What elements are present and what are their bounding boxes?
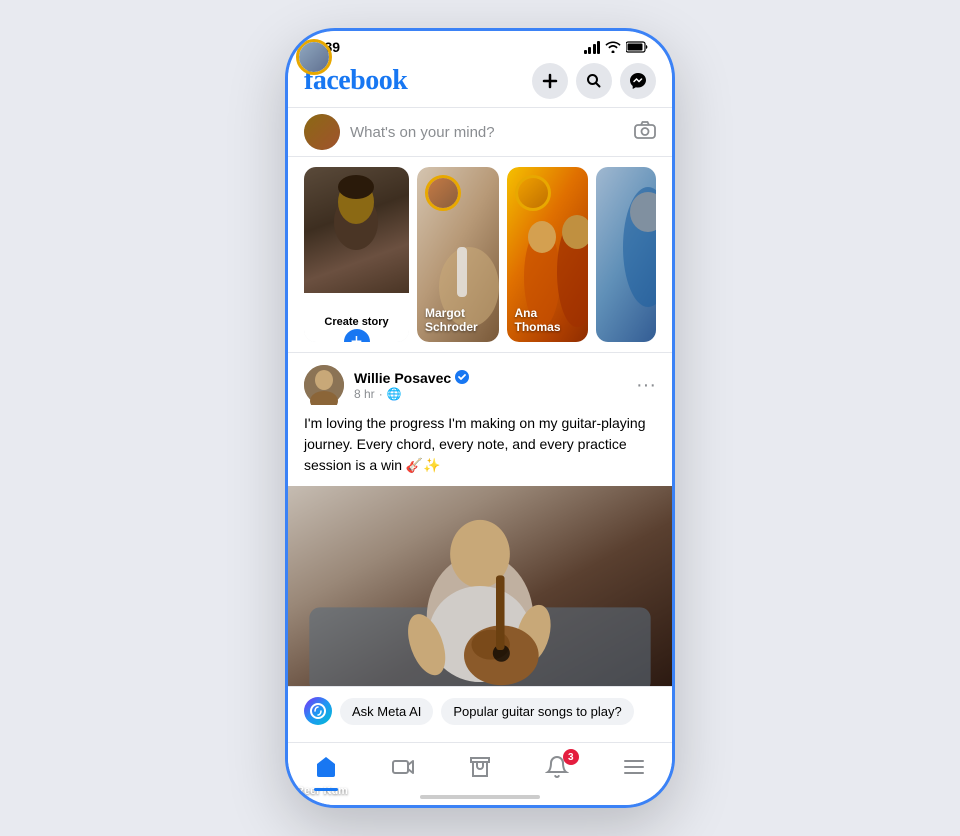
home-icon: [314, 755, 338, 779]
post-image: [288, 486, 672, 686]
story-ana-name: Ana Thomas: [515, 306, 581, 334]
post-username: Willie Posavec: [354, 370, 626, 387]
meta-ai-suggestion-button[interactable]: Popular guitar songs to play?: [441, 698, 633, 725]
ask-meta-ai-button[interactable]: Ask Meta AI: [340, 698, 433, 725]
story-ana[interactable]: Ana Thomas: [507, 167, 589, 342]
post-user-info: Willie Posavec 8 hr · 🌐: [354, 370, 626, 401]
nav-home[interactable]: [302, 751, 350, 783]
nav-active-indicator: [314, 788, 338, 791]
post-card: Willie Posavec 8 hr · 🌐: [288, 352, 672, 735]
status-bar: 2:39: [288, 31, 672, 59]
nav-video[interactable]: [379, 751, 427, 783]
post-text: I'm loving the progress I'm making on my…: [288, 413, 672, 486]
status-icons: [584, 41, 649, 54]
story-margot[interactable]: Margot Schroder: [417, 167, 499, 342]
notification-badge: 3: [563, 749, 579, 765]
search-icon: [586, 73, 602, 89]
post-more-button[interactable]: ···: [636, 374, 656, 397]
header-actions: [532, 63, 656, 99]
post-header: Willie Posavec 8 hr · 🌐: [288, 353, 672, 413]
feed: Willie Posavec 8 hr · 🌐: [288, 352, 672, 742]
plus-icon: [542, 73, 558, 89]
story-margot-avatar: [428, 178, 458, 208]
camera-icon[interactable]: [634, 121, 656, 144]
story-ana-avatar: [518, 178, 548, 208]
user-avatar: [304, 114, 340, 150]
story-reem[interactable]: Reer Kum: [596, 167, 656, 342]
story-ana-avatar-ring: [515, 175, 551, 211]
post-meta: 8 hr · 🌐: [354, 387, 626, 401]
post-image-svg: [288, 486, 672, 686]
create-story-card[interactable]: + Create story: [304, 167, 409, 342]
messenger-button[interactable]: [620, 63, 656, 99]
avatar-image: [304, 114, 340, 150]
meta-ai-logo: [304, 697, 332, 725]
post-placeholder-text[interactable]: What's on your mind?: [350, 124, 624, 141]
story-margot-name: Margot Schroder: [425, 306, 491, 334]
nav-menu[interactable]: [610, 751, 658, 783]
messenger-icon: [629, 72, 647, 90]
verified-badge: [455, 370, 469, 387]
post-user-avatar: [304, 365, 344, 405]
post-input-bar: What's on your mind?: [288, 107, 672, 157]
menu-icon: [622, 755, 646, 779]
nav-notifications[interactable]: 3: [533, 751, 581, 783]
home-bar: [420, 795, 540, 799]
app-header: facebook: [288, 59, 672, 107]
wifi-icon: [605, 41, 621, 53]
marketplace-icon: [468, 755, 492, 779]
signal-icon: [584, 41, 601, 54]
meta-ai-bar: Ask Meta AI Popular guitar songs to play…: [288, 686, 672, 735]
add-button[interactable]: [532, 63, 568, 99]
phone-screen: 2:39: [288, 31, 672, 805]
search-button[interactable]: [576, 63, 612, 99]
video-icon: [391, 755, 415, 779]
stories-section: + Create story: [288, 157, 672, 352]
battery-icon: [626, 41, 648, 53]
create-story-bg: [304, 167, 409, 293]
story-reem-bg: [596, 167, 656, 342]
phone-frame: 2:39: [285, 28, 675, 808]
nav-marketplace[interactable]: [456, 751, 504, 783]
story-person-silhouette: [304, 167, 409, 293]
story-margot-avatar-ring: [425, 175, 461, 211]
